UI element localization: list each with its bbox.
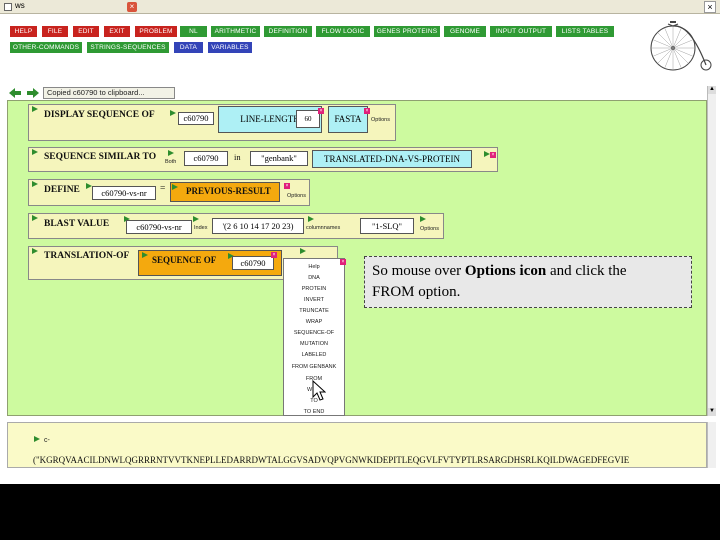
title-bar: ws × × — [0, 0, 720, 14]
menu-data[interactable]: DATA — [174, 42, 203, 53]
arg-flag-icon[interactable] — [193, 216, 199, 222]
tooltip-text: and click the — [546, 263, 627, 279]
menu-genome[interactable]: GENOME — [444, 26, 486, 37]
tooltip-text: FROM option. — [372, 284, 461, 300]
window-close-icon[interactable]: × — [704, 1, 716, 13]
database-arg[interactable]: "genbank" — [250, 151, 308, 166]
options-label[interactable]: Options — [371, 117, 390, 123]
arg-flag-icon[interactable] — [172, 184, 178, 190]
popup-item-invert[interactable]: INVERT — [284, 297, 344, 303]
popup-item-dna[interactable]: DNA — [284, 275, 344, 281]
options-label[interactable]: Options — [287, 193, 306, 199]
keyword-translation-of: TRANSLATION-OF — [44, 251, 130, 261]
tab-title[interactable]: ws — [15, 1, 25, 10]
menu-arithmetic[interactable]: ARITHMETIC — [211, 26, 260, 37]
output-label: c- — [44, 437, 50, 444]
close-icon[interactable]: × — [340, 259, 346, 265]
line-length-value[interactable]: 60 — [296, 110, 320, 128]
output-sequence: ("KGRQVAACILDNWLQGRRRNTVVTKNEPLLEDARRDWT… — [33, 455, 630, 465]
status-message: Copied c60790 to clipboard... — [43, 87, 175, 99]
translation-arg[interactable]: c60790 — [232, 256, 274, 270]
forward-arrow-icon[interactable] — [27, 88, 39, 98]
menu-file[interactable]: FILE — [42, 26, 68, 37]
menu-nl[interactable]: NL — [180, 26, 207, 37]
menu-other-commands[interactable]: OTHER-COMMANDS — [10, 42, 82, 53]
sequence-arg[interactable]: c60790 — [178, 112, 214, 125]
blast-variable-arg[interactable]: c60790-vs-nr — [126, 220, 192, 234]
equals-sign: = — [160, 184, 166, 194]
instruction-tooltip: So mouse over Options icon and click the… — [364, 256, 692, 308]
page-icon — [4, 3, 12, 11]
close-icon[interactable]: × — [490, 152, 496, 158]
menu-edit[interactable]: EDIT — [73, 26, 99, 37]
both-label[interactable]: Both — [165, 159, 176, 165]
output-flag-icon[interactable] — [34, 436, 40, 442]
menu-input-output[interactable]: INPUT OUTPUT — [490, 26, 552, 37]
row-flag-icon[interactable] — [32, 248, 38, 254]
menu-exit[interactable]: EXIT — [104, 26, 130, 37]
menu-lists-tables[interactable]: LISTS TABLES — [556, 26, 614, 37]
tooltip-emphasis: Options icon — [464, 263, 547, 279]
popup-item-from-genbank[interactable]: FROM GENBANK — [284, 364, 344, 370]
menu-genes-proteins[interactable]: GENES PROTEINS — [374, 26, 440, 37]
workspace-scrollbar[interactable]: ▲ ▼ — [707, 86, 716, 416]
popup-item-truncate[interactable]: TRUNCATE — [284, 308, 344, 314]
arg-flag-icon[interactable] — [168, 150, 174, 156]
arg-flag-icon[interactable] — [142, 252, 148, 258]
menu-definition[interactable]: DEFINITION — [264, 26, 312, 37]
menu-flow-logic[interactable]: FLOW LOGIC — [316, 26, 370, 37]
format-arg[interactable]: "1-SLQ" — [360, 218, 414, 234]
row-flag-icon[interactable] — [32, 149, 38, 155]
popup-item-wrap[interactable]: WRAP — [284, 319, 344, 325]
index-label[interactable]: Index — [194, 225, 207, 231]
popup-item-to-end[interactable]: TO END — [284, 409, 344, 415]
popup-item-labeled[interactable]: LABELED — [284, 352, 344, 358]
arg-flag-icon[interactable] — [300, 248, 306, 254]
mouse-pointer-icon — [312, 380, 326, 401]
in-keyword: in — [234, 152, 241, 162]
browser-window: ws × × HELP FILE EDIT EXIT PROBLEM NL AR… — [0, 0, 720, 484]
sequence-of-label: SEQUENCE OF — [152, 255, 217, 265]
close-icon[interactable]: × — [318, 108, 324, 114]
tooltip-text: So mouse over — [372, 263, 465, 279]
line-length-label: LINE-LENGTH — [240, 114, 300, 124]
row-flag-icon[interactable] — [32, 215, 38, 221]
close-icon[interactable]: × — [364, 108, 370, 114]
options-label[interactable]: Options — [420, 226, 439, 232]
similar-arg[interactable]: c60790 — [184, 151, 228, 166]
menu-variables[interactable]: VARIABLES — [208, 42, 252, 53]
arg-flag-icon[interactable] — [308, 216, 314, 222]
row-flag-icon[interactable] — [32, 106, 38, 112]
row-flag-icon[interactable] — [420, 216, 426, 222]
popup-item-sequence-of[interactable]: SEQUENCE-OF — [284, 330, 344, 336]
close-icon[interactable]: × — [284, 183, 290, 189]
menu-strings-sequences[interactable]: STRINGS-SEQUENCES — [87, 42, 169, 53]
keyword-display-sequence-of: DISPLAY SEQUENCE OF — [44, 110, 155, 120]
keyword-sequence-similar-to: SEQUENCE SIMILAR TO — [44, 152, 157, 162]
translated-dna-vs-protein-option[interactable]: TRANSLATED-DNA-VS-PROTEIN — [312, 150, 472, 168]
index-list-arg[interactable]: '(2 6 10 14 17 20 23) — [212, 218, 304, 234]
menu-problem[interactable]: PROBLEM — [135, 26, 177, 37]
menu-help[interactable]: HELP — [10, 26, 37, 37]
popup-item-help[interactable]: Help — [284, 264, 344, 270]
output-scrollbar[interactable] — [707, 422, 716, 468]
back-arrow-icon[interactable] — [9, 88, 21, 98]
popup-item-mutation[interactable]: MUTATION — [284, 341, 344, 347]
define-variable-arg[interactable]: c60790-vs-nr — [92, 186, 156, 200]
fasta-option[interactable]: FASTA — [328, 106, 368, 133]
tab-close-icon[interactable]: × — [127, 2, 137, 12]
arg-flag-icon[interactable] — [170, 110, 176, 116]
row-flag-icon[interactable] — [32, 181, 38, 187]
popup-item-protein[interactable]: PROTEIN — [284, 286, 344, 292]
close-icon[interactable]: × — [271, 252, 277, 258]
penny-farthing-logo — [650, 21, 712, 71]
previous-result-label: PREVIOUS-RESULT — [186, 186, 271, 196]
column-names-label[interactable]: columnnames — [306, 225, 340, 231]
keyword-blast-value: BLAST VALUE — [44, 219, 110, 229]
keyword-define: DEFINE — [44, 185, 80, 195]
